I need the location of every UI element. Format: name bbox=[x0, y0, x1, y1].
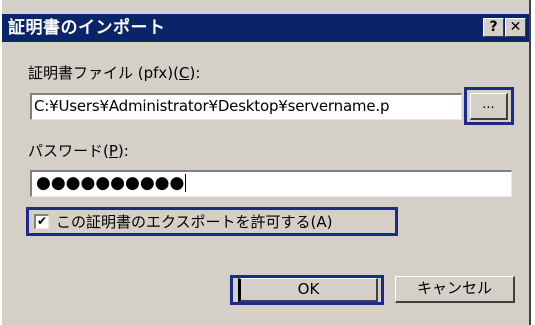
certificate-path-value: C:¥Users¥Administrator¥Desktop¥servernam… bbox=[34, 97, 390, 115]
password-label-accel: P bbox=[108, 142, 118, 160]
ok-button[interactable]: OK bbox=[238, 278, 378, 302]
certificate-file-label-prefix: 証明書ファイル (pfx)( bbox=[28, 64, 180, 82]
password-input[interactable]: ●●●●●●●●●● bbox=[30, 170, 512, 197]
certificate-file-label-accel: C bbox=[179, 64, 190, 82]
title-bar[interactable]: 証明書のインポート ? ✕ bbox=[2, 14, 529, 42]
certificate-path-input[interactable]: C:¥Users¥Administrator¥Desktop¥servernam… bbox=[30, 93, 462, 120]
ok-button-label: OK bbox=[297, 280, 320, 298]
certificate-import-dialog: 証明書のインポート ? ✕ 証明書ファイル (pfx)(C): C:¥Users… bbox=[0, 0, 531, 325]
checkmark-icon: ✔ bbox=[36, 214, 48, 228]
certificate-file-label: 証明書ファイル (pfx)(C): bbox=[28, 64, 200, 82]
allow-export-checkbox[interactable]: ✔ bbox=[34, 214, 49, 229]
text-caret bbox=[185, 174, 187, 192]
allow-export-label[interactable]: この証明書のエクスポートを許可する(A) bbox=[56, 213, 333, 231]
dialog-title: 証明書のインポート bbox=[8, 18, 166, 38]
password-label-prefix: パスワード( bbox=[28, 142, 109, 160]
password-label-suffix: ): bbox=[117, 142, 129, 160]
browse-button-label: ... bbox=[482, 97, 495, 112]
password-masked-value: ●●●●●●●●●● bbox=[36, 173, 185, 193]
help-icon: ? bbox=[489, 19, 498, 35]
password-label: パスワード(P): bbox=[28, 142, 129, 160]
close-icon: ✕ bbox=[509, 19, 522, 35]
cancel-button[interactable]: キャンセル bbox=[395, 276, 515, 303]
cancel-button-label: キャンセル bbox=[416, 279, 492, 297]
certificate-file-label-suffix: ): bbox=[189, 64, 201, 82]
help-button[interactable]: ? bbox=[483, 18, 504, 37]
close-button[interactable]: ✕ bbox=[505, 18, 526, 37]
browse-button[interactable]: ... bbox=[470, 93, 508, 120]
